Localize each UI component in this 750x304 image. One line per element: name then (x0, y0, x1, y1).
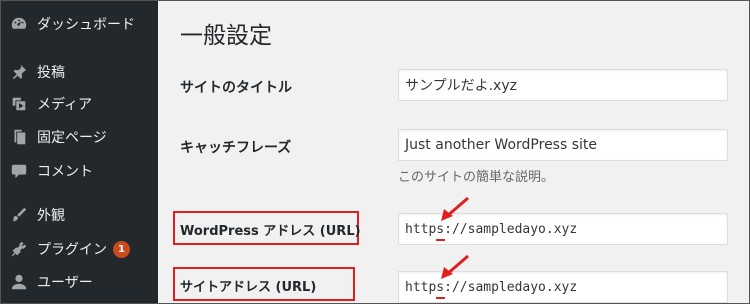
sidebar-item-appearance[interactable]: 外観 (1, 200, 158, 230)
sidebar-item-label: ユーザー (37, 275, 93, 291)
sidebar-item-label: 投稿 (37, 65, 65, 81)
sidebar-item-dashboard[interactable]: ダッシュボード (1, 9, 158, 39)
site-address-label: サイトアドレス (URL) (180, 280, 317, 295)
sidebar-item-label: 固定ページ (37, 130, 107, 146)
sidebar-item-label: コメント (37, 164, 93, 180)
sidebar-item-label: メディア (37, 97, 93, 113)
tagline-input[interactable]: Just another WordPress site (398, 129, 728, 161)
plugin-icon (9, 239, 29, 259)
sidebar-item-plugins[interactable]: プラグイン 1 (1, 234, 158, 264)
update-count-badge: 1 (113, 240, 130, 258)
sidebar-item-pages[interactable]: 固定ページ (1, 122, 158, 152)
sidebar-item-media[interactable]: メディア (1, 89, 158, 119)
tagline-label: キャッチフレーズ (180, 140, 292, 156)
site-title-input[interactable]: サンプルだよ.xyz (398, 69, 728, 101)
sidebar-item-label: ダッシュボード (37, 17, 135, 33)
page-icon (9, 127, 29, 147)
sidebar-item-users[interactable]: ユーザー (1, 267, 158, 297)
tagline-description: このサイトの簡単な説明。 (398, 170, 555, 185)
brush-icon (9, 205, 29, 225)
admin-sidebar: ダッシュボード 投稿 メディア 固定ページ コメント 外観 プラグイン 1 ユー… (1, 1, 158, 303)
media-icon (9, 94, 29, 114)
dashboard-icon (9, 14, 29, 34)
sidebar-item-posts[interactable]: 投稿 (1, 57, 158, 87)
annotation-underline (436, 297, 445, 299)
sidebar-item-comments[interactable]: コメント (1, 156, 158, 186)
annotation-underline (436, 239, 445, 241)
annotation-arrow-icon (441, 196, 469, 221)
sidebar-item-label: プラグイン (37, 242, 107, 258)
comment-icon (9, 161, 29, 181)
screenshot-frame: ダッシュボード 投稿 メディア 固定ページ コメント 外観 プラグイン 1 ユー… (0, 0, 750, 304)
site-title-label: サイトのタイトル (180, 80, 292, 96)
wp-address-label: WordPress アドレス (URL) (180, 224, 361, 239)
pin-icon (9, 62, 29, 82)
annotation-arrow-icon (441, 254, 469, 279)
page-title: 一般設定 (180, 23, 272, 49)
user-icon (9, 272, 29, 292)
sidebar-item-label: 外観 (37, 208, 65, 224)
settings-main: 一般設定 サイトのタイトル サンプルだよ.xyz キャッチフレーズ Just a… (158, 1, 749, 303)
